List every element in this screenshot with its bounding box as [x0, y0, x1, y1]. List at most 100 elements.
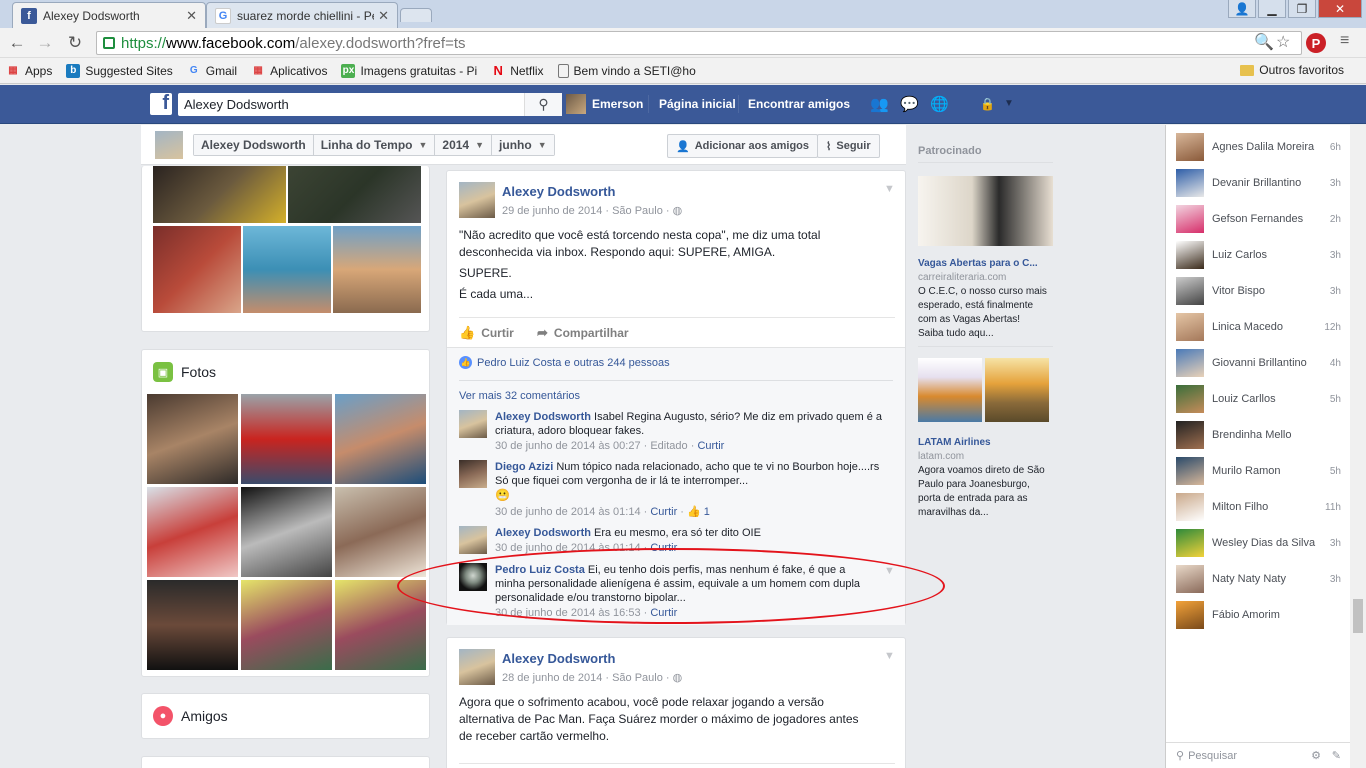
- messages-icon[interactable]: 💬: [900, 95, 919, 113]
- ad-1[interactable]: Vagas Abertas para o C... carreiralitera…: [918, 257, 1058, 341]
- tab-google-search[interactable]: G suarez morde chiellini - Pe ✕: [206, 2, 398, 28]
- facebook-logo-icon[interactable]: f: [150, 92, 172, 115]
- ad-image[interactable]: [985, 358, 1049, 422]
- notifications-globe-icon[interactable]: 🌐: [930, 95, 949, 113]
- photo-thumbnail[interactable]: [241, 394, 332, 484]
- bookmark-seti[interactable]: Bem vindo a SETI@ho: [557, 63, 696, 78]
- ad-title[interactable]: LATAM Airlines: [918, 436, 1058, 450]
- fb-search-input[interactable]: Alexey Dodsworth ⚲: [178, 93, 562, 116]
- photo-thumbnail[interactable]: [241, 487, 332, 577]
- post-author-link[interactable]: Alexey Dodsworth: [502, 651, 615, 666]
- alien-avatar[interactable]: [459, 563, 487, 591]
- comment-timestamp[interactable]: 30 de junho de 2014 às 01:14 ·: [495, 542, 647, 554]
- restore-button[interactable]: ❐: [1288, 0, 1316, 18]
- compose-icon[interactable]: ✎: [1332, 749, 1341, 762]
- nav-home-link[interactable]: Página inicial: [659, 97, 736, 111]
- chat-friend[interactable]: Brendinha Mello: [1176, 420, 1341, 450]
- post-options-chevron-icon[interactable]: ▼: [884, 183, 895, 195]
- bookmark-imagens-gratuitas[interactable]: px Imagens gratuitas - Pi: [341, 63, 477, 78]
- bookmark-netflix[interactable]: N Netflix: [491, 63, 543, 78]
- new-tab-button[interactable]: [400, 8, 432, 22]
- share-button[interactable]: ➦ Compartilhar: [537, 325, 629, 341]
- like-button[interactable]: 👍 Curtir: [459, 325, 514, 341]
- crumb-month[interactable]: junho ▼: [492, 135, 554, 155]
- nav-find-friends-link[interactable]: Encontrar amigos: [748, 97, 850, 111]
- photo-thumbnail[interactable]: [335, 487, 426, 577]
- comment-author-link[interactable]: Alexey Dodsworth: [495, 527, 591, 539]
- chat-friend[interactable]: Milton Filho 11h: [1176, 492, 1341, 522]
- chat-friend[interactable]: Wesley Dias da Silva 3h: [1176, 528, 1341, 558]
- chat-friend[interactable]: Louiz Carllos 5h: [1176, 384, 1341, 414]
- chat-friend[interactable]: Fábio Amorim: [1176, 600, 1341, 630]
- close-icon[interactable]: ✕: [378, 8, 389, 24]
- view-more-comments-link[interactable]: Ver mais 32 comentários: [459, 390, 580, 402]
- avatar[interactable]: [459, 649, 495, 685]
- photo-thumbnail[interactable]: [335, 580, 426, 670]
- profile-link[interactable]: Emerson: [566, 94, 643, 114]
- bookmark-other-folder[interactable]: Outros favoritos: [1240, 63, 1344, 77]
- photo-thumbnail[interactable]: [153, 226, 241, 313]
- search-icon[interactable]: ⚲: [524, 93, 562, 116]
- comment-options-chevron-icon[interactable]: ▼: [884, 565, 895, 577]
- ad-title[interactable]: Vagas Abertas para o C...: [918, 257, 1058, 271]
- chat-friend[interactable]: Luiz Carlos 3h: [1176, 240, 1341, 270]
- menu-icon[interactable]: ≡: [1340, 32, 1349, 50]
- photo-thumbnail[interactable]: [147, 580, 238, 670]
- privacy-shortcuts-icon[interactable]: 🔒: [980, 97, 995, 111]
- photo-thumbnail[interactable]: [147, 394, 238, 484]
- bookmark-aplicativos[interactable]: ▦ Aplicativos: [251, 64, 327, 78]
- comment-author-link[interactable]: Alexey Dodsworth: [495, 411, 591, 423]
- comment-like-link[interactable]: Curtir: [650, 607, 677, 619]
- photo-thumbnail[interactable]: [333, 226, 421, 313]
- chat-friend[interactable]: Linica Macedo 12h: [1176, 312, 1341, 342]
- photo-thumbnail[interactable]: [147, 487, 238, 577]
- crumb-year[interactable]: 2014 ▼: [435, 135, 493, 155]
- tab-alexey-dodsworth[interactable]: f Alexey Dodsworth ✕: [12, 2, 206, 28]
- pinterest-icon[interactable]: P: [1306, 33, 1326, 53]
- comment-timestamp[interactable]: 30 de junho de 2014 às 16:53 ·: [495, 607, 647, 619]
- chat-friend[interactable]: Agnes Dalila Moreira 6h: [1176, 132, 1341, 162]
- avatar[interactable]: [459, 182, 495, 218]
- zoom-icon[interactable]: 🔍: [1254, 32, 1274, 52]
- account-menu-chevron-icon[interactable]: ▼: [1004, 98, 1014, 109]
- comment-timestamp[interactable]: 30 de junho de 2014 às 01:14 ·: [495, 506, 647, 518]
- avatar[interactable]: [459, 410, 487, 438]
- chat-friend[interactable]: Murilo Ramon 5h: [1176, 456, 1341, 486]
- photo-thumbnail[interactable]: [288, 166, 421, 223]
- comment-author-link[interactable]: Pedro Luiz Costa: [495, 564, 585, 576]
- chat-friend[interactable]: Naty Naty Naty 3h: [1176, 564, 1341, 594]
- comment-author-link[interactable]: Diego Azizi: [495, 461, 553, 473]
- comment-timestamp[interactable]: 30 de junho de 2014 às 00:27 · Editado ·: [495, 440, 694, 452]
- bookmark-suggested-sites[interactable]: b Suggested Sites: [66, 63, 173, 78]
- bookmark-gmail[interactable]: G Gmail: [187, 64, 237, 78]
- crumb-profile-name[interactable]: Alexey Dodsworth: [194, 135, 314, 155]
- chat-search-input[interactable]: ⚲ Pesquisar ⚙ ✎: [1166, 742, 1351, 768]
- reload-icon[interactable]: ↻: [64, 32, 86, 54]
- post-author-link[interactable]: Alexey Dodsworth: [502, 184, 615, 199]
- profile-icon[interactable]: 👤: [1228, 0, 1256, 18]
- minimize-button[interactable]: ▁: [1258, 0, 1286, 18]
- close-icon[interactable]: ✕: [186, 8, 197, 24]
- ad-2[interactable]: LATAM Airlines latam.com Agora voamos di…: [918, 436, 1058, 520]
- photo-thumbnail[interactable]: [243, 226, 331, 313]
- friends-section-title[interactable]: ● Amigos: [153, 706, 228, 726]
- likes-summary[interactable]: 👍 Pedro Luiz Costa e outras 244 pessoas: [459, 356, 670, 369]
- photo-thumbnail[interactable]: [153, 166, 286, 223]
- page-scrollbar[interactable]: [1350, 125, 1366, 768]
- post-timestamp[interactable]: 29 de junho de 2014 · São Paulo · ◍: [502, 204, 682, 217]
- ad-image[interactable]: [918, 176, 1053, 246]
- bookmark-apps[interactable]: ▦ Apps: [6, 64, 52, 78]
- close-window-button[interactable]: ✕: [1318, 0, 1362, 18]
- comment-like-link[interactable]: Curtir: [697, 440, 724, 452]
- ad-image[interactable]: [918, 358, 982, 422]
- friend-requests-icon[interactable]: 👥: [870, 95, 889, 113]
- address-bar[interactable]: https:// www.facebook.com /alexey.dodswo…: [96, 31, 1302, 55]
- comment-like-link[interactable]: Curtir: [650, 506, 677, 518]
- add-friend-button[interactable]: 👤 Adicionar aos amigos: [667, 134, 819, 158]
- follow-button[interactable]: ⌇ Seguir: [817, 134, 880, 158]
- photos-section-title[interactable]: ▣ Fotos: [153, 362, 216, 382]
- chat-friend[interactable]: Vitor Bispo 3h: [1176, 276, 1341, 306]
- post-timestamp[interactable]: 28 de junho de 2014 · São Paulo · ◍: [502, 671, 682, 684]
- comment-like-count[interactable]: 1: [704, 506, 710, 518]
- chat-friend[interactable]: Giovanni Brillantino 4h: [1176, 348, 1341, 378]
